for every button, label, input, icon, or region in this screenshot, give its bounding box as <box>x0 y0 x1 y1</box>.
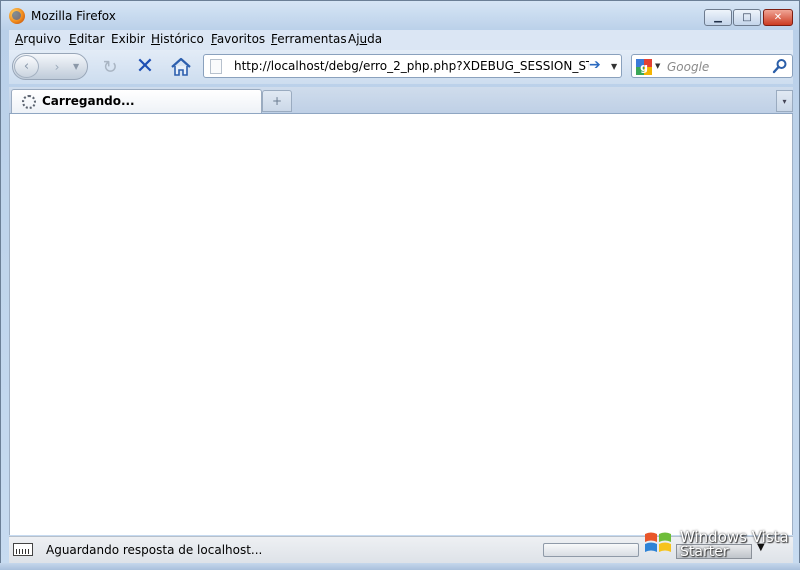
window-bottom-border <box>0 563 800 570</box>
search-bar[interactable]: g ▼ Google <box>631 54 793 78</box>
menu-exibir-label: xibir <box>118 32 145 46</box>
maximize-button[interactable]: □ <box>733 9 761 26</box>
close-button[interactable]: ✕ <box>763 9 793 26</box>
watermark-dropdown-icon: ▼ <box>757 542 765 553</box>
menu-exibir[interactable]: Exibir <box>111 32 145 46</box>
browser-window: Mozilla Firefox ▁ □ ✕ Arquivo Editar Exi… <box>0 0 800 570</box>
tab-label: Carregando... <box>42 94 135 108</box>
window-title: Mozilla Firefox <box>31 9 116 23</box>
google-engine-icon[interactable]: g <box>636 59 652 75</box>
home-button[interactable] <box>169 56 193 78</box>
loading-spinner-icon <box>22 95 36 109</box>
history-dropdown-icon[interactable]: ▼ <box>73 62 79 71</box>
stop-icon: ✕ <box>135 53 155 79</box>
title-bar: Mozilla Firefox ▁ □ ✕ <box>1 1 799 31</box>
reload-button[interactable]: ↻ <box>99 56 121 78</box>
status-text: Aguardando resposta de localhost... <box>46 543 263 557</box>
new-tab-button[interactable]: + <box>262 90 292 112</box>
menu-editar[interactable]: Editar <box>69 32 105 46</box>
menu-arquivo-label: rquivo <box>23 32 61 46</box>
progress-bar <box>543 543 639 557</box>
menu-ferramentas[interactable]: Ferramentas <box>271 32 347 46</box>
menu-favoritos-label: avoritos <box>216 32 266 46</box>
home-icon <box>171 57 191 76</box>
menu-editar-accesskey: E <box>69 32 77 46</box>
menu-historico[interactable]: Histórico <box>151 32 204 46</box>
stop-button[interactable]: ✕ <box>134 53 156 79</box>
menu-favoritos[interactable]: Favoritos <box>211 32 265 46</box>
forward-arrow-icon: › <box>54 60 60 74</box>
status-activity-icon <box>13 543 33 556</box>
reload-icon: ↻ <box>102 56 118 78</box>
menu-arquivo[interactable]: Arquivo <box>15 32 61 46</box>
menu-ajuda[interactable]: Ajuda <box>348 32 382 46</box>
menu-bar: Arquivo Editar Exibir Histórico Favorito… <box>9 30 793 50</box>
menu-ferramentas-label: erramentas <box>277 32 347 46</box>
menu-ajuda-accesskey: u <box>359 32 368 46</box>
watermark-line2: Starter <box>680 544 729 560</box>
windows-logo-icon <box>645 532 671 552</box>
back-button[interactable]: ‹ <box>14 55 39 78</box>
tab-list-button[interactable]: ▾ <box>776 90 793 112</box>
page-content[interactable] <box>9 114 793 535</box>
menu-historico-accesskey: H <box>151 32 161 46</box>
svg-text:g: g <box>640 61 648 74</box>
back-forward-group: ‹ › ▼ <box>12 53 88 80</box>
tab-bar: Carregando... + ▾ <box>9 87 793 114</box>
search-input[interactable]: Google <box>667 60 709 74</box>
back-arrow-icon: ‹ <box>23 59 30 74</box>
navigation-toolbar: ‹ › ▼ ↻ ✕ http://localhost/debg/erro_2_p… <box>9 50 793 84</box>
menu-ajuda-label: da <box>367 32 383 46</box>
page-icon <box>210 59 222 74</box>
firefox-logo-icon <box>9 8 25 24</box>
menu-historico-label: istórico <box>160 32 204 46</box>
url-input[interactable]: http://localhost/debg/erro_2_php.php?XDE… <box>234 59 589 73</box>
menu-editar-label: ditar <box>76 32 105 46</box>
menu-exibir-prefix: E <box>111 32 119 46</box>
menu-arquivo-accesskey: A <box>15 32 24 46</box>
search-engine-dropdown-icon[interactable]: ▼ <box>655 62 660 70</box>
menu-ajuda-prefix: Aj <box>348 32 360 46</box>
forward-button[interactable]: › <box>47 58 67 76</box>
address-bar[interactable]: http://localhost/debg/erro_2_php.php?XDE… <box>203 54 622 78</box>
tab-loading[interactable]: Carregando... <box>11 89 262 113</box>
windows-vista-watermark: Windows Vista Starter ▼ <box>640 524 798 564</box>
minimize-button[interactable]: ▁ <box>704 9 732 26</box>
go-button[interactable]: ➔ <box>589 57 601 73</box>
search-icon[interactable] <box>772 58 788 74</box>
url-history-dropdown-icon[interactable]: ▼ <box>611 62 617 71</box>
